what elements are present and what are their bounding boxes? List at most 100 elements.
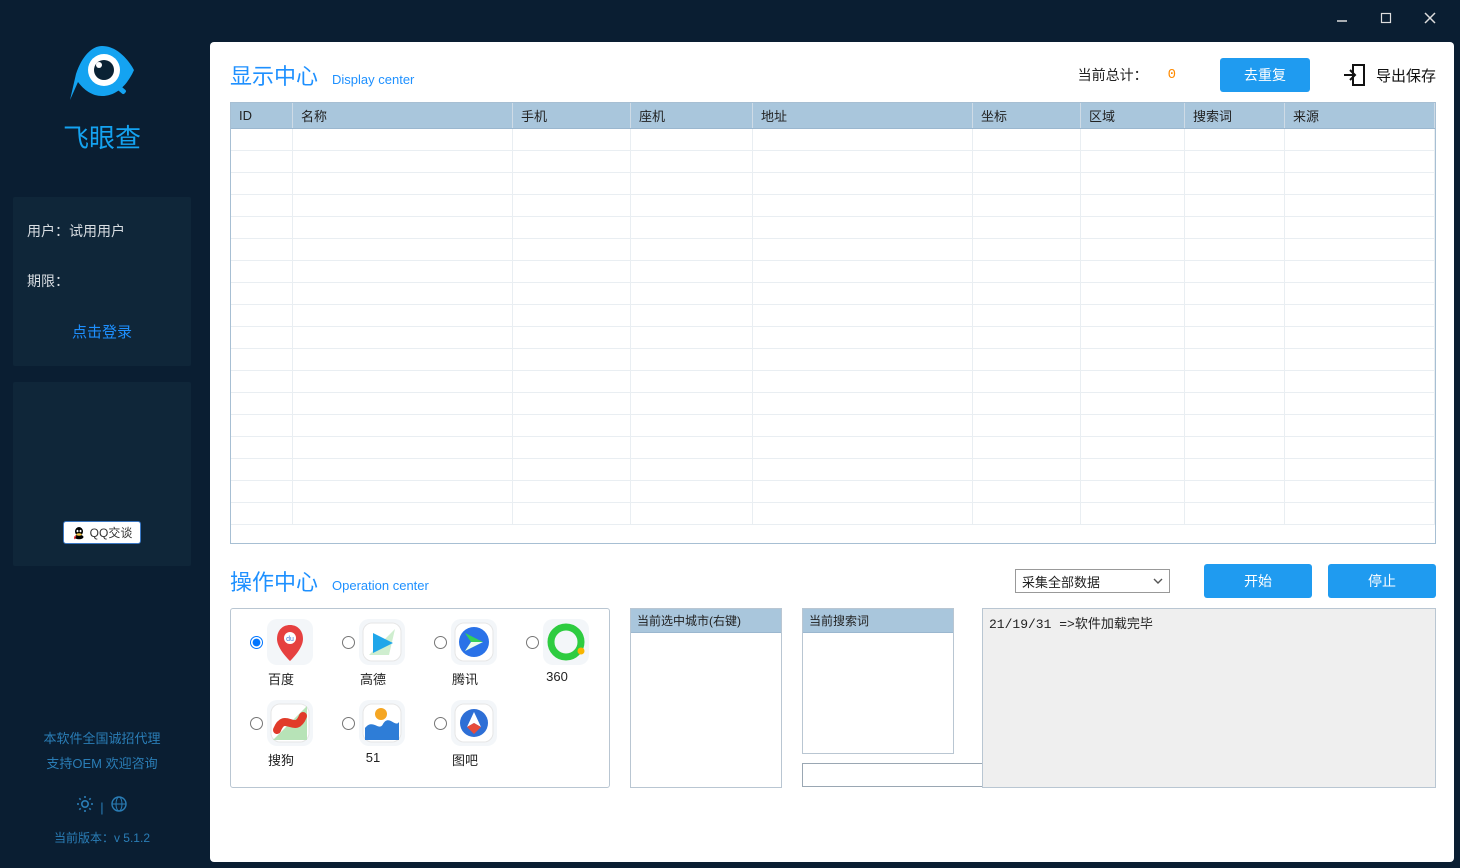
map-source-icon-360: [543, 619, 589, 665]
col-phone[interactable]: 座机: [631, 103, 753, 128]
export-label: 导出保存: [1376, 65, 1436, 86]
map-source-item-51[interactable]: 51: [327, 700, 419, 769]
globe-icon[interactable]: [110, 795, 128, 822]
col-keyword[interactable]: 搜索词: [1185, 103, 1285, 128]
map-source-icon-tuba: [451, 700, 497, 746]
table-row[interactable]: [231, 173, 1435, 195]
table-row[interactable]: [231, 239, 1435, 261]
table-row[interactable]: [231, 459, 1435, 481]
map-source-label: 图吧: [419, 750, 511, 769]
col-area[interactable]: 区域: [1081, 103, 1185, 128]
export-icon: [1340, 61, 1368, 89]
window-close-button[interactable]: [1408, 4, 1452, 32]
col-mobile[interactable]: 手机: [513, 103, 631, 128]
keyword-list[interactable]: [803, 633, 953, 753]
total-label: 当前总计：: [1078, 65, 1148, 85]
selected-cities-panel[interactable]: 当前选中城市(右键): [630, 608, 782, 788]
user-label: 用户：试用用户: [27, 221, 177, 241]
chevron-down-icon: [1151, 574, 1165, 588]
results-table[interactable]: ID 名称 手机 座机 地址 坐标 区域 搜索词 来源: [230, 102, 1436, 544]
sidebar: 飞眼查 用户：试用用户 期限： 点击登录 QQ交谈 本软件全国诚招代理: [0, 36, 204, 868]
operation-center-heading: 操作中心 Operation center: [230, 565, 1015, 597]
map-source-item-sogou[interactable]: 搜狗: [235, 700, 327, 769]
map-source-item-baidu[interactable]: du 百度: [235, 619, 327, 688]
export-button[interactable]: 导出保存: [1340, 61, 1436, 89]
table-header: ID 名称 手机 座机 地址 坐标 区域 搜索词 来源: [231, 103, 1435, 129]
table-row[interactable]: [231, 195, 1435, 217]
table-row[interactable]: [231, 129, 1435, 151]
qq-chat-label: QQ交谈: [90, 524, 133, 541]
collect-mode-value: 采集全部数据: [1022, 572, 1100, 591]
col-source[interactable]: 来源: [1285, 103, 1435, 128]
stop-button[interactable]: 停止: [1328, 564, 1436, 598]
log-panel: 21/19/31 =>软件加载完毕: [982, 608, 1436, 788]
eye-search-icon: [62, 40, 142, 112]
table-row[interactable]: [231, 503, 1435, 525]
login-link[interactable]: 点击登录: [27, 321, 177, 342]
sidebar-footer: 本软件全国诚招代理 支持OEM 欢迎咨询 | 当前版本：v 5.1.2: [43, 727, 160, 868]
map-source-panel: du 百度高德腾讯360 搜狗51图吧: [230, 608, 610, 788]
map-source-radio-tencent[interactable]: [434, 636, 447, 649]
col-address[interactable]: 地址: [753, 103, 973, 128]
map-source-item-tuba[interactable]: 图吧: [419, 700, 511, 769]
map-source-label: 360: [511, 669, 603, 684]
limit-label: 期限：: [27, 271, 177, 291]
app-name: 飞眼查: [62, 118, 142, 155]
footer-line-1: 本软件全国诚招代理: [43, 727, 160, 752]
map-source-icon-sogou: [267, 700, 313, 746]
table-row[interactable]: [231, 349, 1435, 371]
map-source-label: 51: [327, 750, 419, 765]
map-source-item-360[interactable]: 360: [511, 619, 603, 688]
table-row[interactable]: [231, 393, 1435, 415]
table-row[interactable]: [231, 217, 1435, 239]
ad-panel: QQ交谈: [13, 382, 191, 566]
col-coord[interactable]: 坐标: [973, 103, 1081, 128]
table-row[interactable]: [231, 151, 1435, 173]
window-minimize-button[interactable]: [1320, 4, 1364, 32]
table-row[interactable]: [231, 305, 1435, 327]
table-row[interactable]: [231, 481, 1435, 503]
window-maximize-button[interactable]: [1364, 4, 1408, 32]
map-source-radio-gaode[interactable]: [342, 636, 355, 649]
log-line: 21/19/31 =>软件加载完毕: [989, 613, 1429, 632]
dedupe-button[interactable]: 去重复: [1220, 58, 1310, 92]
display-title-cn: 显示中心: [230, 59, 318, 91]
map-source-label: 高德: [327, 669, 419, 688]
qq-icon: [72, 526, 86, 540]
table-row[interactable]: [231, 283, 1435, 305]
map-source-label: 搜狗: [235, 750, 327, 769]
table-row[interactable]: [231, 437, 1435, 459]
map-source-radio-tuba[interactable]: [434, 717, 447, 730]
qq-chat-button[interactable]: QQ交谈: [63, 521, 142, 544]
app-logo: 飞眼查: [62, 40, 142, 155]
table-row[interactable]: [231, 415, 1435, 437]
map-source-radio-51[interactable]: [342, 717, 355, 730]
map-source-icon-baidu: du: [267, 619, 313, 665]
window-titlebar: [0, 0, 1460, 36]
table-row[interactable]: [231, 371, 1435, 393]
map-source-item-tencent[interactable]: 腾讯: [419, 619, 511, 688]
gear-icon[interactable]: [76, 795, 94, 822]
map-source-radio-baidu[interactable]: [250, 636, 263, 649]
col-id[interactable]: ID: [231, 103, 293, 128]
col-name[interactable]: 名称: [293, 103, 513, 128]
map-source-icon-gaode: [359, 619, 405, 665]
operation-title-cn: 操作中心: [230, 565, 318, 597]
svg-text:du: du: [286, 636, 294, 643]
map-source-radio-360[interactable]: [526, 636, 539, 649]
operation-title-en: Operation center: [332, 578, 429, 593]
display-title-en: Display center: [332, 72, 414, 87]
start-button[interactable]: 开始: [1204, 564, 1312, 598]
map-source-icon-tencent: [451, 619, 497, 665]
selected-cities-list[interactable]: [631, 633, 781, 787]
map-source-item-gaode[interactable]: 高德: [327, 619, 419, 688]
keyword-list-title: 当前搜索词: [803, 609, 953, 633]
map-source-label: 百度: [235, 669, 327, 688]
map-source-radio-sogou[interactable]: [250, 717, 263, 730]
table-row[interactable]: [231, 327, 1435, 349]
main-panel: 显示中心 Display center 当前总计： 0 去重复 导出保存 ID …: [210, 42, 1454, 862]
table-row[interactable]: [231, 261, 1435, 283]
collect-mode-select[interactable]: 采集全部数据: [1015, 569, 1170, 593]
keyword-input[interactable]: [802, 763, 988, 787]
display-center-heading: 显示中心 Display center: [230, 59, 1078, 91]
